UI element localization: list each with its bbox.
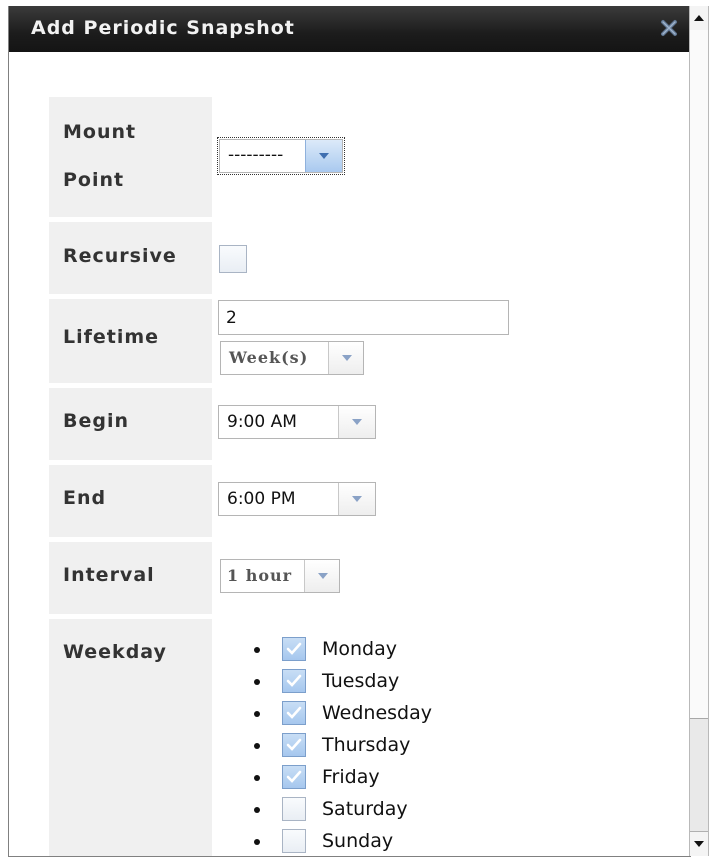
weekday-label-friday: Friday xyxy=(322,766,380,788)
mount-point-label-cell: Mount Point xyxy=(49,97,212,217)
chevron-down-icon xyxy=(352,496,362,502)
lifetime-unit-select[interactable]: Week(s) xyxy=(220,341,364,375)
interval-select[interactable]: 1 hour xyxy=(220,559,340,593)
weekday-item-thursday: Thursday xyxy=(254,731,514,761)
add-periodic-snapshot-dialog: Add Periodic Snapshot Mount Point ------… xyxy=(8,6,691,857)
begin-label-cell: Begin xyxy=(49,388,212,460)
weekday-item-wednesday: Wednesday xyxy=(254,699,514,729)
recursive-label: Recursive xyxy=(63,245,177,267)
mount-point-select[interactable]: --------- xyxy=(217,137,345,175)
thursday-checkbox[interactable] xyxy=(282,733,306,757)
scroll-up-button[interactable] xyxy=(690,6,708,31)
weekday-label-sunday: Sunday xyxy=(322,830,394,852)
begin-label: Begin xyxy=(63,410,130,432)
friday-checkbox[interactable] xyxy=(282,765,306,789)
sunday-checkbox[interactable] xyxy=(282,829,306,853)
arrow-down-icon xyxy=(694,841,704,847)
weekday-label-tuesday: Tuesday xyxy=(322,670,400,692)
bullet xyxy=(254,679,260,685)
recursive-checkbox[interactable] xyxy=(219,245,247,273)
end-label: End xyxy=(63,487,107,509)
scroll-down-button[interactable] xyxy=(690,831,708,856)
lifetime-unit-dropdown-button[interactable] xyxy=(328,342,363,374)
bullet xyxy=(254,839,260,845)
close-icon[interactable] xyxy=(660,19,678,37)
bullet xyxy=(254,807,260,813)
interval-dropdown-button[interactable] xyxy=(304,560,339,592)
interval-value: 1 hour xyxy=(227,566,293,585)
weekday-label-cell: Weekday xyxy=(49,619,212,856)
weekday-item-sunday: Sunday xyxy=(254,827,514,856)
lifetime-label-cell: Lifetime xyxy=(49,299,212,383)
end-time-value: 6:00 PM xyxy=(227,489,296,509)
end-label-cell: End xyxy=(49,465,212,537)
chevron-down-icon xyxy=(319,153,329,159)
recursive-label-cell: Recursive xyxy=(49,222,212,294)
weekday-label-thursday: Thursday xyxy=(322,734,411,756)
mount-point-label-line2: Point xyxy=(63,169,125,191)
interval-label-cell: Interval xyxy=(49,542,212,614)
interval-label: Interval xyxy=(63,564,155,586)
mount-point-dropdown-button[interactable] xyxy=(305,140,342,172)
begin-time-select[interactable]: 9:00 AM xyxy=(218,405,376,439)
weekday-item-friday: Friday xyxy=(254,763,514,793)
weekday-label: Weekday xyxy=(63,641,167,663)
dialog-title: Add Periodic Snapshot xyxy=(31,17,295,39)
chevron-down-icon xyxy=(352,419,362,425)
chevron-down-icon xyxy=(342,355,352,361)
bullet xyxy=(254,647,260,653)
mount-point-value: --------- xyxy=(228,145,284,165)
begin-dropdown-button[interactable] xyxy=(338,406,375,438)
end-time-select[interactable]: 6:00 PM xyxy=(218,482,376,516)
mount-point-label-line1: Mount xyxy=(63,121,137,143)
weekday-item-monday: Monday xyxy=(254,635,514,665)
monday-checkbox[interactable] xyxy=(282,637,306,661)
wednesday-checkbox[interactable] xyxy=(282,701,306,725)
lifetime-label: Lifetime xyxy=(63,326,160,348)
bullet xyxy=(254,711,260,717)
bullet xyxy=(254,775,260,781)
chevron-down-icon xyxy=(318,573,328,579)
saturday-checkbox[interactable] xyxy=(282,797,306,821)
dialog-titlebar[interactable]: Add Periodic Snapshot xyxy=(9,6,690,52)
weekday-item-saturday: Saturday xyxy=(254,795,514,825)
scrollbar-thumb[interactable] xyxy=(690,30,708,719)
begin-time-value: 9:00 AM xyxy=(227,412,297,432)
weekday-list: Monday Tuesday Wednesday Thursday Friday… xyxy=(254,635,554,856)
lifetime-value-input[interactable] xyxy=(218,300,509,335)
lifetime-unit-value: Week(s) xyxy=(229,348,309,367)
weekday-label-monday: Monday xyxy=(322,638,398,660)
arrow-up-icon xyxy=(694,15,704,21)
weekday-item-tuesday: Tuesday xyxy=(254,667,514,697)
end-dropdown-button[interactable] xyxy=(338,483,375,515)
tuesday-checkbox[interactable] xyxy=(282,669,306,693)
bullet xyxy=(254,743,260,749)
vertical-scrollbar[interactable] xyxy=(689,6,709,856)
weekday-label-wednesday: Wednesday xyxy=(322,702,433,724)
weekday-label-saturday: Saturday xyxy=(322,798,408,820)
